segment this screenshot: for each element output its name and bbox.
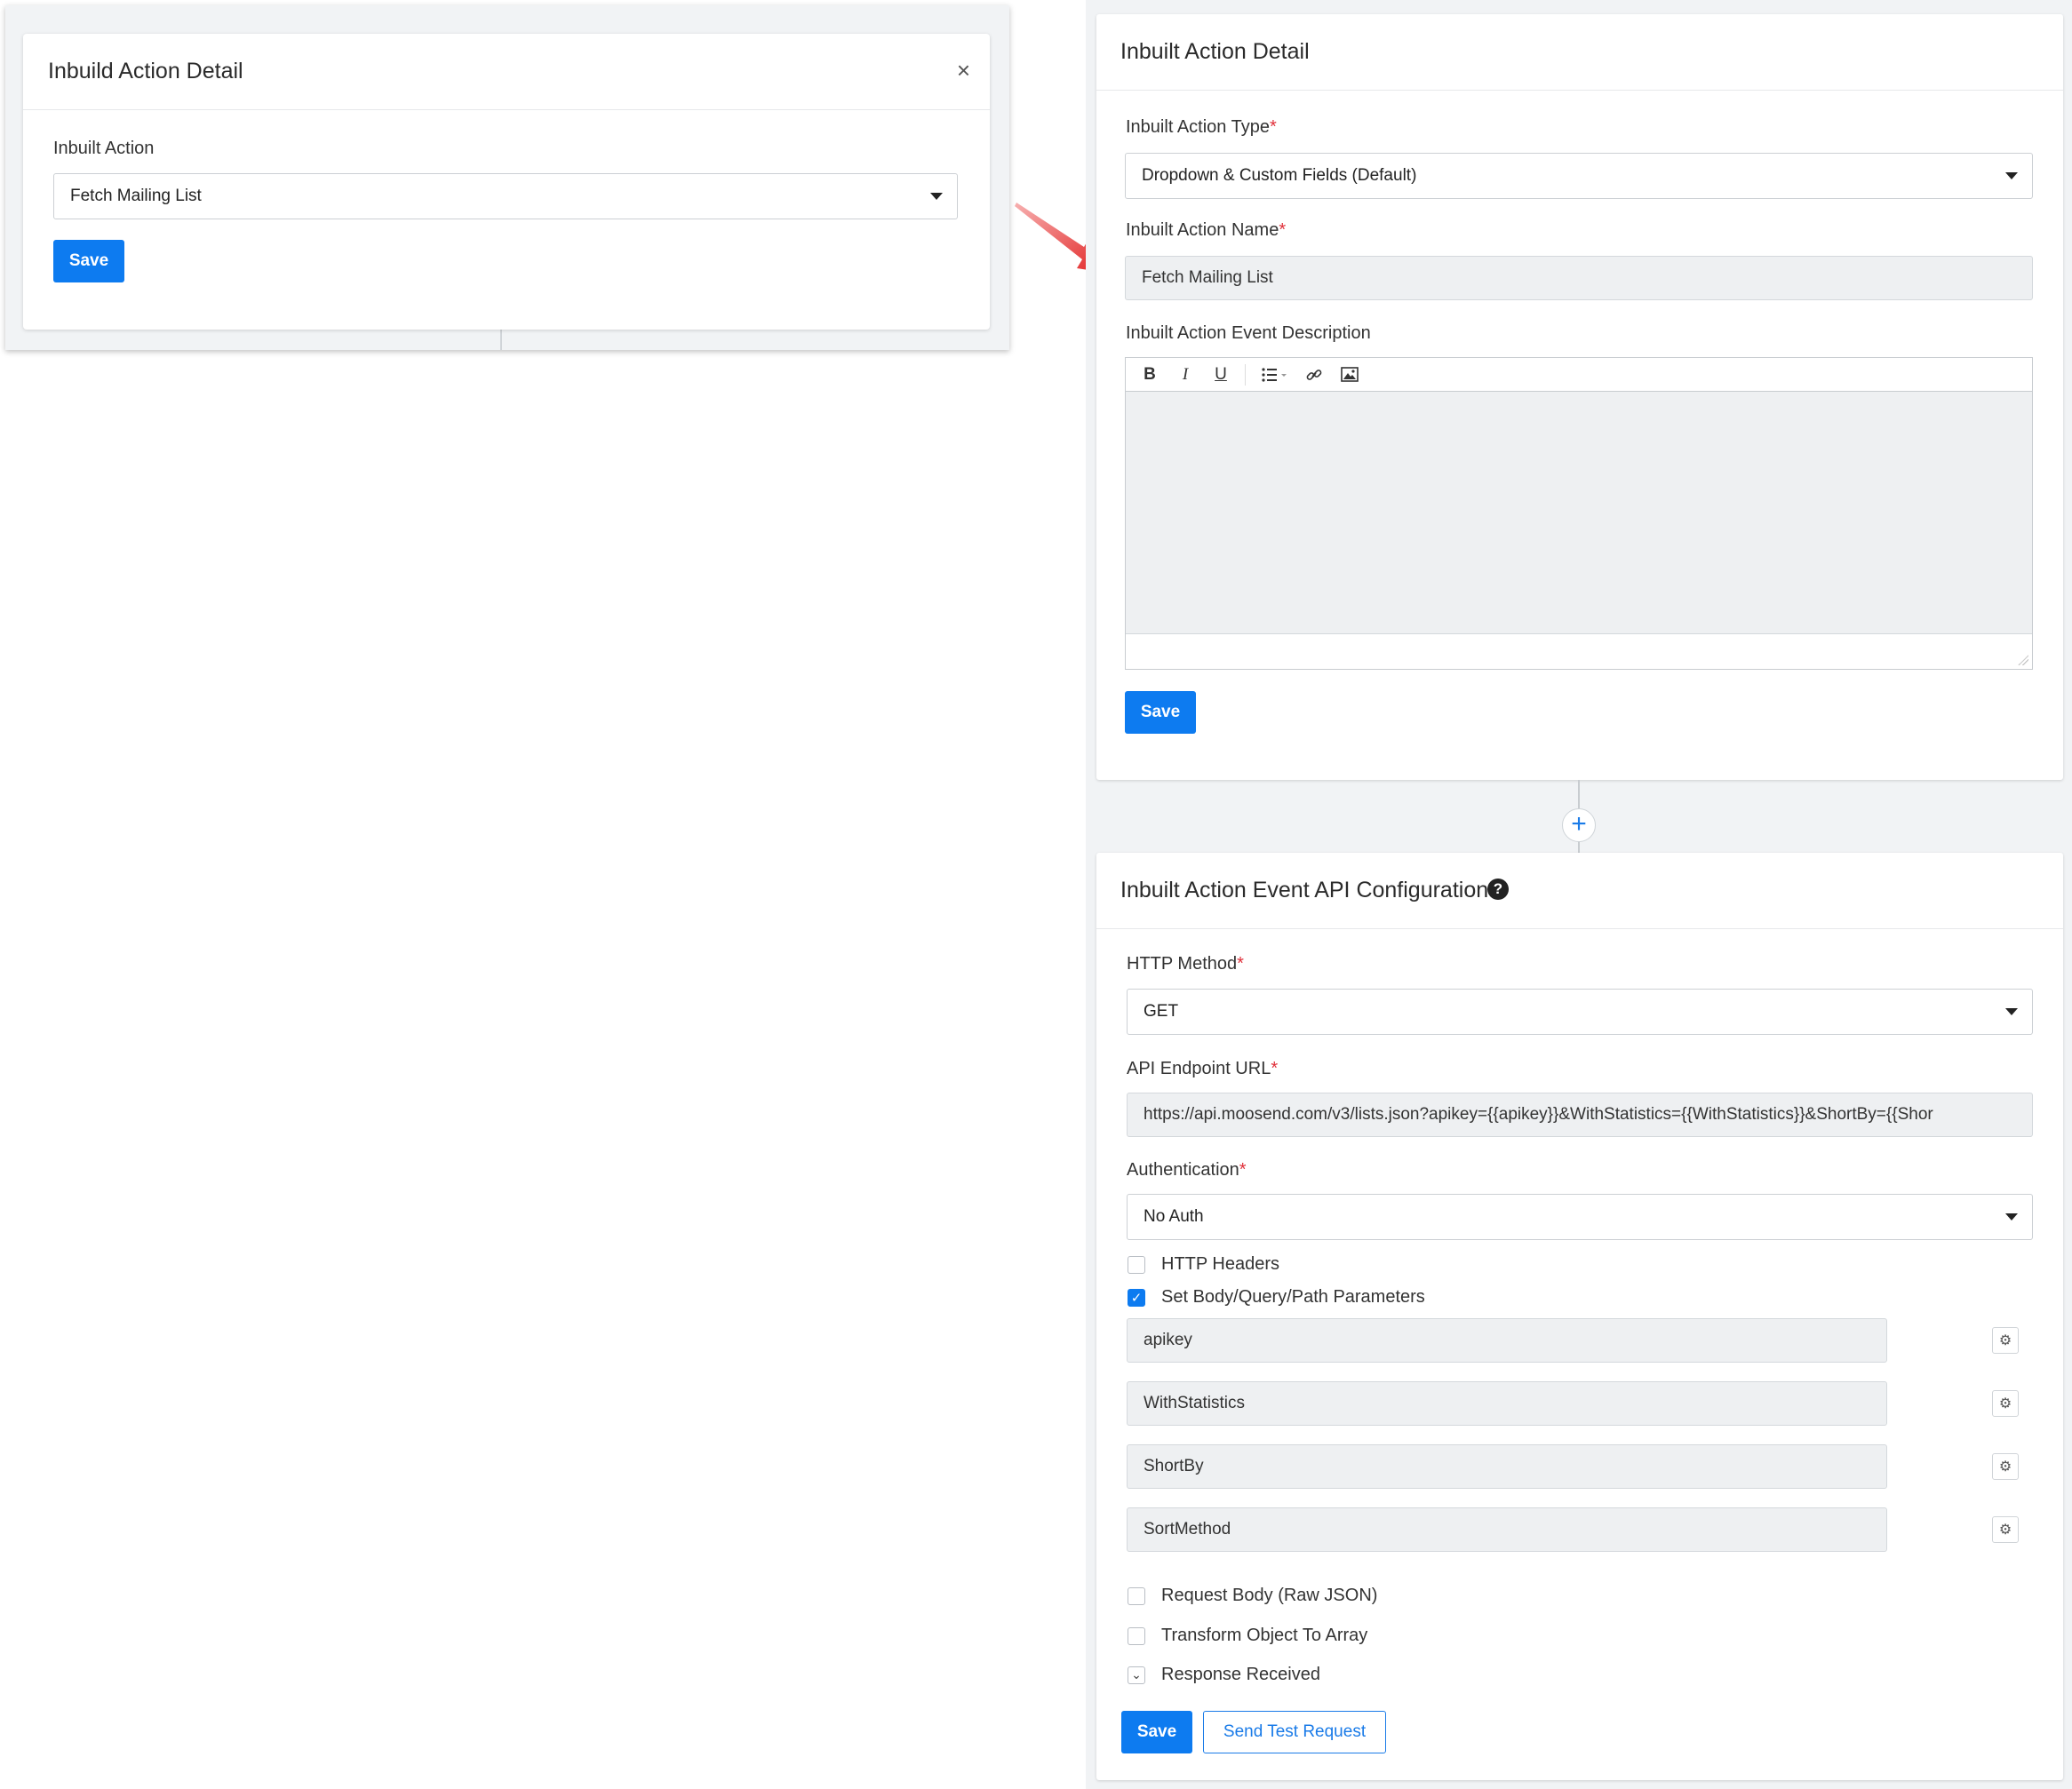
param-name: WithStatistics bbox=[1144, 1394, 1246, 1412]
api-configuration-card: Inbuilt Action Event API Configuration ?… bbox=[1096, 853, 2063, 1780]
authentication-label: Authentication* bbox=[1127, 1160, 1247, 1181]
close-icon[interactable]: × bbox=[957, 57, 970, 84]
param-name: SortMethod bbox=[1144, 1520, 1231, 1539]
event-description-label: Inbuilt Action Event Description bbox=[1126, 323, 1371, 343]
detail-save-button[interactable]: Save bbox=[1125, 691, 1196, 734]
action-type-value: Dropdown & Custom Fields (Default) bbox=[1142, 166, 1417, 185]
http-method-select[interactable]: GET bbox=[1127, 989, 2033, 1035]
caret-down-icon bbox=[2005, 1008, 2018, 1015]
list-icon[interactable] bbox=[1255, 362, 1294, 388]
raw-json-option[interactable]: Request Body (Raw JSON) bbox=[1128, 1586, 1377, 1606]
caret-down-icon bbox=[2005, 172, 2018, 179]
authentication-label-text: Authentication bbox=[1127, 1160, 1239, 1180]
set-parameters-option[interactable]: ✓ Set Body/Query/Path Parameters bbox=[1128, 1287, 1425, 1308]
inbuilt-action-select[interactable]: Fetch Mailing List bbox=[53, 173, 958, 219]
inbuilt-action-detail-card: Inbuilt Action Detail Inbuilt Action Typ… bbox=[1096, 14, 2063, 780]
transform-label: Transform Object To Array bbox=[1161, 1626, 1368, 1645]
toolbar-divider bbox=[1245, 363, 1246, 386]
set-parameters-label: Set Body/Query/Path Parameters bbox=[1161, 1287, 1425, 1307]
http-method-label-text: HTTP Method bbox=[1127, 954, 1238, 974]
action-type-label-text: Inbuilt Action Type bbox=[1126, 117, 1270, 137]
required-mark: * bbox=[1239, 1160, 1247, 1180]
response-received-label: Response Received bbox=[1161, 1665, 1320, 1684]
action-name-label-text: Inbuilt Action Name bbox=[1126, 220, 1279, 240]
italic-button[interactable]: I bbox=[1170, 362, 1200, 388]
response-received-option[interactable]: ⌄ Response Received bbox=[1128, 1665, 1320, 1685]
raw-json-label: Request Body (Raw JSON) bbox=[1161, 1586, 1378, 1605]
editor-footer bbox=[1126, 633, 2032, 669]
modal-header: Inbuild Action Detail × bbox=[23, 34, 990, 110]
editor-toolbar: B I U bbox=[1126, 358, 2032, 392]
endpoint-label: API Endpoint URL* bbox=[1127, 1059, 1278, 1079]
param-field-shortby[interactable]: ShortBy bbox=[1127, 1444, 1887, 1489]
card-title: Inbuilt Action Event API Configuration bbox=[1120, 878, 1489, 902]
gear-icon[interactable]: ⚙ bbox=[1992, 1453, 2019, 1480]
param-field-sortmethod[interactable]: SortMethod bbox=[1127, 1507, 1887, 1552]
bold-button[interactable]: B bbox=[1135, 362, 1165, 388]
http-method-value: GET bbox=[1144, 1002, 1179, 1021]
gear-icon[interactable]: ⚙ bbox=[1992, 1390, 2019, 1417]
action-name-label: Inbuilt Action Name* bbox=[1126, 220, 1286, 241]
inbuilt-action-select-value: Fetch Mailing List bbox=[70, 187, 202, 205]
inbuilt-action-label: Inbuilt Action bbox=[53, 139, 155, 158]
editor-text-area[interactable] bbox=[1126, 392, 2032, 633]
authentication-select[interactable]: No Auth bbox=[1127, 1194, 2033, 1240]
action-type-label: Inbuilt Action Type* bbox=[1126, 117, 1277, 138]
resize-handle-icon[interactable] bbox=[2018, 655, 2028, 665]
set-parameters-checkbox[interactable]: ✓ bbox=[1128, 1288, 1145, 1307]
required-mark: * bbox=[1279, 220, 1287, 240]
gear-icon[interactable]: ⚙ bbox=[1992, 1516, 2019, 1543]
required-mark: * bbox=[1271, 1059, 1279, 1078]
transform-checkbox[interactable] bbox=[1128, 1626, 1145, 1645]
caret-down-icon bbox=[930, 193, 943, 200]
link-icon[interactable] bbox=[1299, 362, 1329, 388]
image-icon[interactable] bbox=[1335, 362, 1365, 388]
send-test-request-button[interactable]: Send Test Request bbox=[1203, 1711, 1386, 1753]
modal-save-button[interactable]: Save bbox=[53, 240, 124, 282]
description-editor: B I U bbox=[1125, 357, 2033, 670]
api-save-button[interactable]: Save bbox=[1121, 1711, 1192, 1753]
action-type-select[interactable]: Dropdown & Custom Fields (Default) bbox=[1125, 153, 2033, 199]
param-field-apikey[interactable]: apikey bbox=[1127, 1318, 1887, 1363]
action-name-value: Fetch Mailing List bbox=[1142, 268, 1273, 287]
http-headers-checkbox[interactable] bbox=[1128, 1255, 1145, 1274]
help-icon[interactable]: ? bbox=[1487, 879, 1509, 900]
http-headers-option[interactable]: HTTP Headers bbox=[1128, 1254, 1279, 1275]
chevron-down-icon[interactable]: ⌄ bbox=[1128, 1666, 1145, 1684]
endpoint-url-input[interactable]: https://api.moosend.com/v3/lists.json?ap… bbox=[1127, 1093, 2033, 1137]
gear-icon[interactable]: ⚙ bbox=[1992, 1327, 2019, 1354]
http-headers-label: HTTP Headers bbox=[1161, 1254, 1280, 1274]
caret-down-icon bbox=[2005, 1213, 2018, 1220]
add-step-icon[interactable]: + bbox=[1562, 808, 1596, 842]
required-mark: * bbox=[1269, 117, 1277, 137]
action-name-input[interactable]: Fetch Mailing List bbox=[1125, 256, 2033, 300]
authentication-value: No Auth bbox=[1144, 1207, 1204, 1226]
right-panel: Inbuilt Action Detail Inbuilt Action Typ… bbox=[1086, 0, 2072, 1789]
param-name: ShortBy bbox=[1144, 1457, 1204, 1475]
param-name: apikey bbox=[1144, 1331, 1192, 1349]
modal-title: Inbuild Action Detail bbox=[48, 59, 243, 83]
underline-button[interactable]: U bbox=[1206, 362, 1236, 388]
inbuild-action-modal: Inbuild Action Detail × Inbuilt Action F… bbox=[23, 34, 990, 330]
card-header: Inbuilt Action Event API Configuration ? bbox=[1096, 853, 2063, 929]
required-mark: * bbox=[1237, 954, 1244, 974]
http-method-label: HTTP Method* bbox=[1127, 954, 1244, 974]
param-field-withstatistics[interactable]: WithStatistics bbox=[1127, 1381, 1887, 1426]
raw-json-checkbox[interactable] bbox=[1128, 1586, 1145, 1605]
card-header: Inbuilt Action Detail bbox=[1096, 14, 2063, 91]
endpoint-url-value: https://api.moosend.com/v3/lists.json?ap… bbox=[1144, 1105, 1933, 1124]
endpoint-label-text: API Endpoint URL bbox=[1127, 1059, 1271, 1078]
transform-option[interactable]: Transform Object To Array bbox=[1128, 1626, 1367, 1646]
card-title: Inbuilt Action Detail bbox=[1120, 39, 1310, 64]
left-screenshot-frame: Inbuild Action Detail × Inbuilt Action F… bbox=[5, 5, 1009, 350]
